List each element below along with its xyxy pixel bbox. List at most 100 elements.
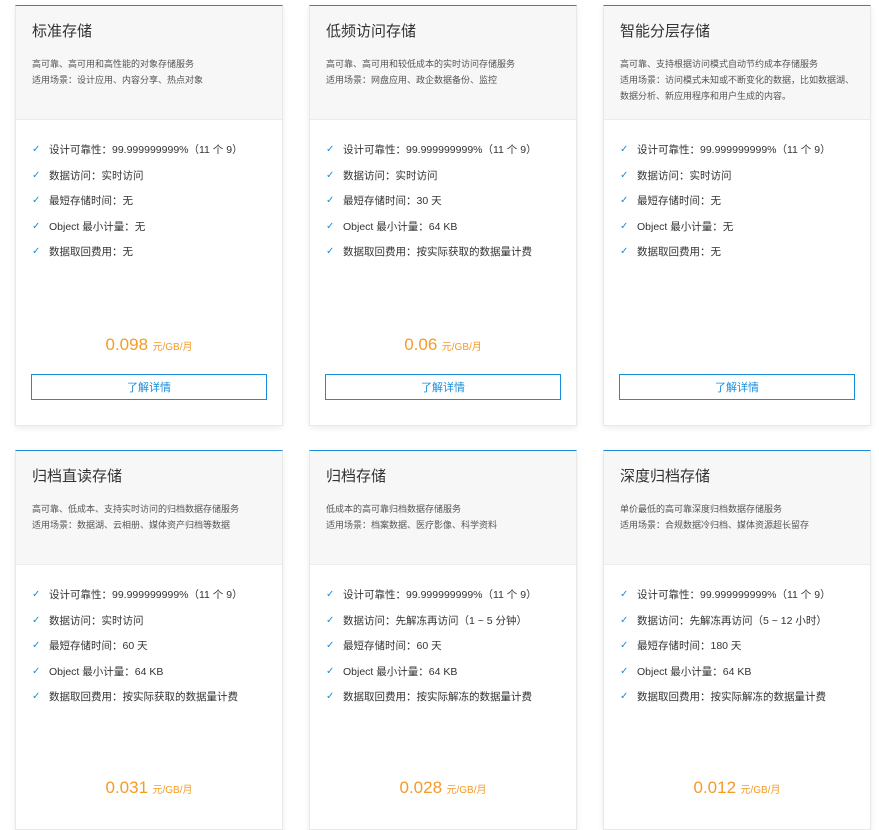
feature-list: ✓ 设计可靠性：99.999999999%（11 个 9） ✓ 数据访问：实时访问 … (604, 120, 870, 265)
card-description: 低成本的高可靠归档数据存储服务 适用场景：档案数据、医疗影像、科学资料 (326, 501, 560, 533)
card-header: 标准存储 高可靠、高可用和高性能的对象存储服务 适用场景：设计应用、内容分享、热… (16, 6, 282, 120)
feature-item: ✓ Object 最小计量：无 (32, 214, 266, 240)
feature-text: 数据取回费用：无 (49, 246, 133, 259)
feature-text: Object 最小计量：无 (49, 220, 146, 233)
feature-item: ✓ 数据访问：先解冻再访问（1 ~ 5 分钟） (326, 608, 560, 634)
check-icon: ✓ (620, 220, 629, 232)
check-icon: ✓ (32, 640, 41, 652)
price-unit: 元/GB/月 (740, 785, 781, 796)
price-value: 0.012 (693, 778, 737, 797)
feature-item: ✓ 设计可靠性：99.999999999%（11 个 9） (620, 582, 854, 608)
feature-list: ✓ 设计可靠性：99.999999999%（11 个 9） ✓ 数据访问：先解冻再访… (310, 565, 576, 710)
check-icon: ✓ (620, 640, 629, 652)
feature-text: 最短存储时间：无 (49, 195, 133, 208)
check-icon: ✓ (326, 589, 335, 601)
feature-list: ✓ 设计可靠性：99.999999999%（11 个 9） ✓ 数据访问：实时访问 … (16, 120, 282, 265)
feature-list: ✓ 设计可靠性：99.999999999%（11 个 9） ✓ 数据访问：先解冻再访… (604, 565, 870, 710)
check-icon: ✓ (326, 640, 335, 652)
feature-item: ✓ 最短存储时间：180 天 (620, 633, 854, 659)
price-unit: 元/GB/月 (152, 785, 193, 796)
check-icon: ✓ (32, 246, 41, 258)
check-icon: ✓ (326, 691, 335, 703)
card-title: 标准存储 (32, 23, 93, 40)
feature-item: ✓ 设计可靠性：99.999999999%（11 个 9） (32, 582, 266, 608)
feature-text: Object 最小计量：64 KB (49, 665, 164, 678)
description-line: 低成本的高可靠归档数据存储服务 (326, 504, 462, 514)
feature-text: 设计可靠性：99.999999999%（11 个 9） (637, 144, 831, 157)
card-intelligent-tiering-storage: 智能分层存储 高可靠、支持根据访问模式自动节约成本存储服务 适用场景：访问模式未… (603, 5, 871, 426)
card-header: 归档存储 低成本的高可靠归档数据存储服务 适用场景：档案数据、医疗影像、科学资料 (310, 451, 576, 565)
check-icon: ✓ (620, 614, 629, 626)
card-header: 低频访问存储 高可靠、高可用和较低成本的实时访问存储服务 适用场景：网盘应用、政… (310, 6, 576, 120)
feature-text: 设计可靠性：99.999999999%（11 个 9） (343, 589, 537, 602)
description-line: 适用场景：合规数据冷归档、媒体资源超长留存 (620, 520, 810, 530)
feature-text: 最短存储时间：无 (637, 195, 721, 208)
card-description: 高可靠、支持根据访问模式自动节约成本存储服务 适用场景：访问模式未知或不断变化的… (620, 56, 854, 104)
check-icon: ✓ (326, 665, 335, 677)
check-icon: ✓ (326, 614, 335, 626)
card-title: 低频访问存储 (326, 23, 417, 40)
feature-item: ✓ Object 最小计量：无 (620, 214, 854, 240)
card-description: 高可靠、高可用和较低成本的实时访问存储服务 适用场景：网盘应用、政企数据备份、监… (326, 56, 560, 88)
feature-text: 数据访问：实时访问 (637, 169, 732, 182)
description-line: 数据分析、新应用程序和用户生成的内容。 (620, 91, 792, 101)
description-line: 单价最低的高可靠深度归档数据存储服务 (620, 504, 783, 514)
card-header: 深度归档存储 单价最低的高可靠深度归档数据存储服务 适用场景：合规数据冷归档、媒… (604, 451, 870, 565)
check-icon: ✓ (32, 169, 41, 181)
feature-text: 数据取回费用：按实际解冻的数据量计费 (343, 691, 532, 704)
card-header: 智能分层存储 高可靠、支持根据访问模式自动节约成本存储服务 适用场景：访问模式未… (604, 6, 870, 120)
feature-text: 最短存储时间：180 天 (637, 640, 742, 653)
price-unit: 元/GB/月 (152, 342, 193, 353)
price-display: 0.06 元/GB/月 (310, 335, 576, 355)
price-value: 0.028 (399, 778, 443, 797)
feature-text: 数据访问：实时访问 (49, 614, 144, 627)
feature-item: ✓ 设计可靠性：99.999999999%（11 个 9） (620, 137, 854, 163)
feature-text: 数据访问：先解冻再访问（1 ~ 5 分钟） (343, 614, 528, 627)
feature-text: Object 最小计量：64 KB (637, 665, 752, 678)
feature-list: ✓ 设计可靠性：99.999999999%（11 个 9） ✓ 数据访问：实时访问 … (310, 120, 576, 265)
description-line: 适用场景：网盘应用、政企数据备份、监控 (326, 75, 498, 85)
learn-more-button[interactable]: 了解详情 (619, 374, 855, 400)
feature-item: ✓ Object 最小计量：64 KB (620, 659, 854, 685)
feature-item: ✓ 数据取回费用：按实际解冻的数据量计费 (326, 684, 560, 710)
check-icon: ✓ (326, 246, 335, 258)
feature-item: ✓ Object 最小计量：64 KB (32, 659, 266, 685)
learn-more-button[interactable]: 了解详情 (325, 374, 561, 400)
description-line: 高可靠、支持根据访问模式自动节约成本存储服务 (620, 59, 819, 69)
feature-item: ✓ Object 最小计量：64 KB (326, 214, 560, 240)
price-value: 0.098 (105, 335, 149, 354)
check-icon: ✓ (32, 220, 41, 232)
feature-item: ✓ 数据访问：实时访问 (32, 608, 266, 634)
feature-text: Object 最小计量：64 KB (343, 665, 458, 678)
check-icon: ✓ (620, 691, 629, 703)
feature-item: ✓ 数据取回费用：按实际获取的数据量计费 (326, 239, 560, 265)
feature-item: ✓ 数据取回费用：按实际解冻的数据量计费 (620, 684, 854, 710)
card-title: 归档存储 (326, 468, 387, 485)
price-value: 0.031 (105, 778, 149, 797)
feature-item: ✓ 数据访问：实时访问 (32, 163, 266, 189)
price-display: 0.028 元/GB/月 (310, 778, 576, 798)
price-unit: 元/GB/月 (441, 342, 482, 353)
storage-class-grid: 标准存储 高可靠、高可用和高性能的对象存储服务 适用场景：设计应用、内容分享、热… (0, 0, 879, 830)
check-icon: ✓ (32, 195, 41, 207)
feature-text: 数据访问：先解冻再访问（5 ~ 12 小时） (637, 614, 827, 627)
price-display: 0.012 元/GB/月 (604, 778, 870, 798)
feature-item: ✓ Object 最小计量：64 KB (326, 659, 560, 685)
feature-item: ✓ 数据访问：实时访问 (620, 163, 854, 189)
description-line: 适用场景：档案数据、医疗影像、科学资料 (326, 520, 498, 530)
card-infrequent-access-storage: 低频访问存储 高可靠、高可用和较低成本的实时访问存储服务 适用场景：网盘应用、政… (309, 5, 577, 426)
feature-text: 数据访问：实时访问 (343, 169, 438, 182)
feature-item: ✓ 最短存储时间：60 天 (326, 633, 560, 659)
check-icon: ✓ (32, 589, 41, 601)
feature-list: ✓ 设计可靠性：99.999999999%（11 个 9） ✓ 数据访问：实时访问 … (16, 565, 282, 710)
card-description: 高可靠、低成本、支持实时访问的归档数据存储服务 适用场景：数据湖、云相册、媒体资… (32, 501, 266, 533)
feature-text: 设计可靠性：99.999999999%（11 个 9） (343, 144, 537, 157)
card-title: 归档直读存储 (32, 468, 123, 485)
feature-text: Object 最小计量：无 (637, 220, 734, 233)
learn-more-button[interactable]: 了解详情 (31, 374, 267, 400)
feature-text: 最短存储时间：60 天 (343, 640, 442, 653)
description-line: 适用场景：设计应用、内容分享、热点对象 (32, 75, 204, 85)
check-icon: ✓ (620, 589, 629, 601)
feature-text: 最短存储时间：60 天 (49, 640, 148, 653)
check-icon: ✓ (32, 614, 41, 626)
